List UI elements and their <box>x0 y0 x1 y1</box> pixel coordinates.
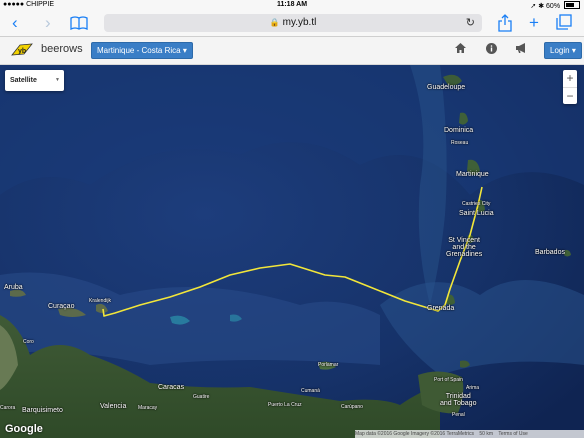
url-field[interactable]: 🔒 my.yb.tl ↻ <box>104 14 482 32</box>
place-label: Carúpano <box>341 404 363 410</box>
ios-status-bar: ●●●●● CHIPPIE 11:18 AM ➚ ✱ 60% <box>0 0 584 11</box>
attribution-text[interactable]: Map data ©2016 Google Imagery ©2016 Terr… <box>355 431 474 437</box>
browser-toolbar: ‹ › 🔒 my.yb.tl ↻ + <box>0 11 584 37</box>
place-label: Barbados <box>535 249 565 256</box>
url-text: my.yb.tl <box>282 17 317 28</box>
battery-percent: 60% <box>546 3 561 10</box>
terms-link[interactable]: Terms of Use <box>498 431 527 437</box>
place-label: and Tobago <box>440 400 477 407</box>
place-label: Saint Lucia <box>459 210 494 217</box>
battery-icon <box>564 1 580 9</box>
place-label-group: St Vincent and the Grenadines <box>446 237 482 258</box>
google-logo: Google <box>5 423 43 435</box>
back-icon[interactable]: ‹ <box>12 14 18 32</box>
map-type-label: Satellite <box>10 77 37 84</box>
map-type-selector[interactable]: Satellite ▼ <box>5 70 64 91</box>
place-label: Coro <box>23 339 34 345</box>
megaphone-icon[interactable] <box>514 43 528 57</box>
place-label: Puerto La Cruz <box>268 402 302 408</box>
zoom-out-button[interactable]: − <box>563 88 577 105</box>
login-label: Login <box>550 46 570 55</box>
place-label: Barquisimeto <box>22 407 63 414</box>
place-label: Kralendijk <box>89 298 111 304</box>
place-label: Dominica <box>444 127 474 134</box>
bluetooth-icon: ✱ <box>538 3 545 10</box>
zoom-control: + − <box>563 70 577 104</box>
place-label: Trinidad <box>445 393 471 400</box>
new-tab-icon[interactable]: + <box>525 14 543 32</box>
yb-logo-icon[interactable]: yb <box>10 42 34 58</box>
place-label: Guatire <box>193 394 210 400</box>
forward-icon[interactable]: › <box>45 14 51 32</box>
chevron-down-icon: ▼ <box>55 77 60 83</box>
scale-label[interactable]: 50 km <box>479 431 493 437</box>
app-header: yb beerows Martinique - Costa Rica ▾ Log… <box>0 37 584 65</box>
clock: 11:18 AM <box>276 1 308 8</box>
place-label: Guadeloupe <box>427 84 466 91</box>
place-label: and the <box>452 244 476 251</box>
share-icon[interactable] <box>496 14 514 32</box>
place-label: Caracas <box>158 384 185 391</box>
place-label: Roseau <box>451 140 469 146</box>
place-label: Port of Spain <box>434 377 463 383</box>
tabs-icon[interactable] <box>555 14 573 32</box>
zoom-in-button[interactable]: + <box>563 70 577 88</box>
place-label: Carora <box>0 405 16 411</box>
place-label: Martinique <box>456 171 489 178</box>
map-attribution: Map data ©2016 Google Imagery ©2016 Terr… <box>355 430 584 438</box>
place-label: Arima <box>466 385 480 391</box>
place-label-group: Trinidad and Tobago <box>440 393 476 407</box>
chevron-down-icon: ▾ <box>571 46 576 55</box>
place-label: Penal <box>452 412 465 418</box>
place-label: Maracay <box>138 405 158 411</box>
place-label: Castries City <box>462 201 491 207</box>
place-label: Valencia <box>100 403 127 410</box>
location-icon: ➚ <box>530 3 537 10</box>
svg-text:yb: yb <box>18 48 26 55</box>
reload-icon[interactable]: ↻ <box>466 14 475 32</box>
satellite-map <box>0 65 584 438</box>
login-button[interactable]: Login ▾ <box>544 42 582 59</box>
place-label: Curaçao <box>48 303 75 310</box>
place-label: Grenada <box>427 305 455 312</box>
place-label: St Vincent <box>448 237 480 244</box>
place-label: Grenadines <box>446 251 483 258</box>
brand-name: beerows <box>41 43 83 55</box>
home-icon[interactable] <box>453 43 467 57</box>
info-icon[interactable] <box>484 43 498 57</box>
race-selector[interactable]: Martinique - Costa Rica ▾ <box>91 42 193 59</box>
map-view[interactable]: Satellite ▼ + − Guadeloupe Dominica Rose… <box>0 65 584 438</box>
place-label: Cumaná <box>301 388 320 394</box>
lock-icon: 🔒 <box>269 18 280 27</box>
chevron-down-icon: ▾ <box>182 46 187 55</box>
race-selector-label: Martinique - Costa Rica <box>97 46 181 55</box>
place-label: Aruba <box>4 284 23 291</box>
bookmarks-icon[interactable] <box>70 14 88 32</box>
status-right: ➚ ✱ 60% <box>530 1 580 10</box>
place-label: Porlamar <box>318 362 339 368</box>
